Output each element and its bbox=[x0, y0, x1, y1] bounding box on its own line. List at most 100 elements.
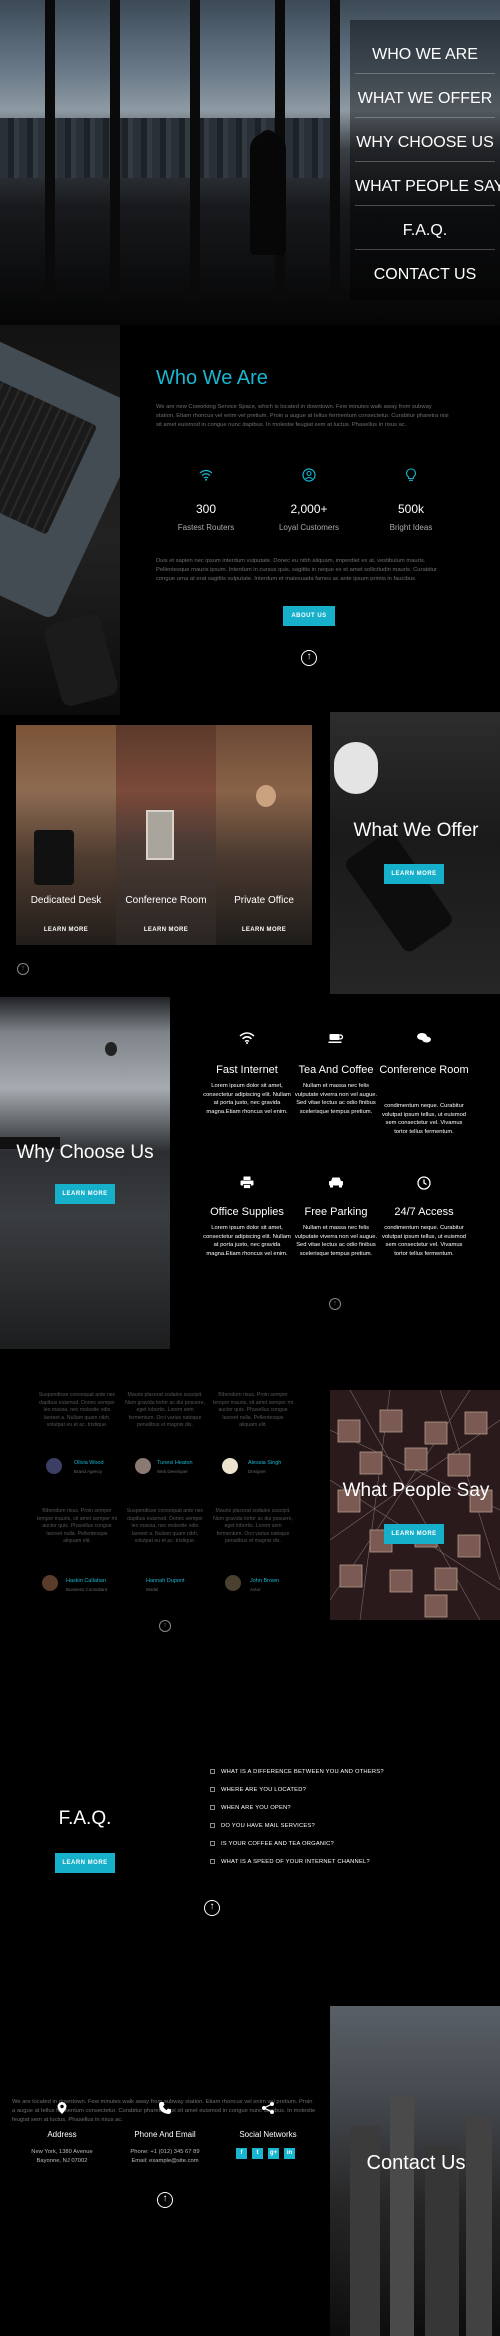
faq-toggle-icon bbox=[210, 1823, 215, 1828]
wifi-icon bbox=[176, 468, 236, 484]
scroll-up-icon[interactable]: ↑ bbox=[329, 1298, 341, 1310]
people-title: What People Say bbox=[342, 1480, 490, 1501]
nav-divider bbox=[355, 73, 495, 74]
contact-title: Contact Us bbox=[366, 2152, 466, 2174]
testimonial-name: Olivia Wood bbox=[74, 1460, 104, 1466]
faq-item[interactable]: WHAT IS A SPEED OF YOUR INTERNET CHANNEL… bbox=[210, 1859, 370, 1865]
testimonial-text: Mauris placerat sodales suscipit. Nam gr… bbox=[125, 1392, 205, 1428]
feature-text: condimentum neque. Curabitur volutpat ip… bbox=[381, 1225, 467, 1257]
laptop-photo bbox=[0, 325, 120, 715]
twitter-icon[interactable]: t bbox=[252, 2148, 263, 2159]
faq-toggle-icon bbox=[210, 1841, 215, 1846]
who-body: Duis et sapien nec ipsum interdum vulput… bbox=[156, 558, 437, 582]
faq-item[interactable]: DO YOU HAVE MAIL SERVICES? bbox=[210, 1823, 315, 1829]
private-office-photo[interactable] bbox=[216, 725, 312, 945]
avatar bbox=[135, 1458, 151, 1474]
scroll-up-icon[interactable]: ↑ bbox=[17, 963, 29, 975]
faq-toggle-icon bbox=[210, 1787, 215, 1792]
email-line: Email: example@site.com bbox=[131, 2158, 199, 2164]
people-learn-more-button[interactable]: LEARN MORE bbox=[384, 1524, 444, 1544]
faq-question: WHERE ARE YOU LOCATED? bbox=[221, 1787, 307, 1794]
phone-email-title: Phone And Email bbox=[134, 2130, 196, 2139]
testimonial-name: Haskin Callahan bbox=[66, 1578, 107, 1584]
testimonial-text: Bibendum risus. Proin semper tempor maur… bbox=[37, 1508, 117, 1544]
who-intro: We are new Coworking Service Space, whic… bbox=[156, 404, 449, 428]
window-frame bbox=[110, 0, 120, 300]
why-learn-more-button[interactable]: LEARN MORE bbox=[55, 1184, 115, 1204]
faq-item[interactable]: WHERE ARE YOU LOCATED? bbox=[210, 1787, 306, 1793]
faq-learn-more-button[interactable]: LEARN MORE bbox=[55, 1853, 115, 1873]
stat-label: Fastest Routers bbox=[177, 523, 235, 532]
clock-icon bbox=[409, 1176, 439, 1193]
stat-label: Loyal Customers bbox=[278, 523, 340, 532]
facebook-icon[interactable]: f bbox=[236, 2148, 247, 2159]
address-line: New York, 1380 Avenue bbox=[31, 2149, 93, 2155]
faq-item[interactable]: WHAT IS A DIFFERENCE BETWEEN YOU AND OTH… bbox=[210, 1769, 384, 1775]
nav-divider bbox=[355, 205, 495, 206]
wifi-icon bbox=[232, 1032, 262, 1047]
testimonial-role: Model bbox=[146, 1587, 159, 1592]
learn-more-link[interactable]: LEARN MORE bbox=[216, 927, 312, 933]
scroll-up-icon[interactable]: ↑ bbox=[157, 2192, 173, 2208]
nav-item-faq[interactable]: F.A.Q. bbox=[355, 221, 495, 241]
building-shape bbox=[390, 2096, 414, 2336]
faq-item[interactable]: WHEN ARE YOU OPEN? bbox=[210, 1805, 291, 1811]
testimonial-role: Brand Agency bbox=[74, 1469, 103, 1474]
feature-text: Nullam et massa nec felis vulputate vive… bbox=[294, 1083, 378, 1115]
testimonial-text: Mauris placerat sodales suscipit. Nam gr… bbox=[213, 1508, 293, 1544]
scroll-up-icon[interactable]: ↑ bbox=[159, 1620, 171, 1632]
nav-divider bbox=[355, 117, 495, 118]
window-frame bbox=[330, 0, 340, 300]
faq-question: WHAT IS A DIFFERENCE BETWEEN YOU AND OTH… bbox=[221, 1769, 384, 1776]
linkedin-icon[interactable]: in bbox=[284, 2148, 295, 2159]
why-title: Why Choose Us bbox=[16, 1142, 154, 1163]
dedicated-desk-photo[interactable] bbox=[16, 725, 116, 945]
nav-item-contact-us[interactable]: CONTACT US bbox=[355, 265, 495, 285]
faq-toggle-icon bbox=[210, 1859, 215, 1864]
offer-title: What We Offer bbox=[353, 820, 479, 841]
stat-value: 300 bbox=[195, 502, 217, 516]
car-icon bbox=[321, 1176, 351, 1191]
nav-divider bbox=[355, 249, 495, 250]
nav-item-who-we-are[interactable]: WHO WE ARE bbox=[355, 45, 495, 65]
apple-logo-shape bbox=[105, 1042, 117, 1056]
window-frame bbox=[190, 0, 200, 300]
scroll-up-icon[interactable]: ↑ bbox=[204, 1900, 220, 1916]
googleplus-icon[interactable]: g+ bbox=[268, 2148, 279, 2159]
conference-room-photo[interactable] bbox=[116, 725, 216, 945]
card-label: Conference Room bbox=[125, 895, 207, 906]
remote-shape bbox=[42, 611, 120, 709]
feature-text: Lorem ipsum dolor sit amet, consectetur … bbox=[203, 1083, 291, 1115]
faq-toggle-icon bbox=[210, 1805, 215, 1810]
avatar bbox=[222, 1458, 238, 1474]
testimonial-text: Suspendisse consequat ante nec dapibus e… bbox=[38, 1392, 116, 1428]
address-line: Bayonne, NJ 07002 bbox=[36, 2158, 88, 2164]
about-us-button[interactable]: ABOUT US bbox=[283, 606, 335, 626]
share-icon bbox=[261, 2101, 275, 2115]
printer-icon bbox=[232, 1176, 262, 1192]
scroll-up-icon[interactable]: ↑ bbox=[301, 650, 317, 666]
who-title: Who We Are bbox=[156, 367, 268, 389]
window-frame bbox=[45, 0, 55, 300]
learn-more-link[interactable]: LEARN MORE bbox=[116, 927, 216, 933]
page: WHO WE ARE WHAT WE OFFER WHY CHOOSE US W… bbox=[0, 0, 500, 2336]
social-title: Social Networks bbox=[239, 2130, 297, 2139]
location-icon bbox=[55, 2101, 69, 2121]
offer-learn-more-button[interactable]: LEARN MORE bbox=[384, 864, 444, 884]
faq-item[interactable]: IS YOUR COFFEE AND TEA ORGANIC? bbox=[210, 1841, 334, 1847]
testimonial-text: Suspendisse consequat ante nec dapibus e… bbox=[126, 1508, 204, 1544]
faq-question: DO YOU HAVE MAIL SERVICES? bbox=[221, 1823, 315, 1830]
nav-item-why-choose-us[interactable]: WHY CHOOSE US bbox=[355, 133, 495, 153]
learn-more-link[interactable]: LEARN MORE bbox=[16, 927, 116, 933]
phone-shape bbox=[343, 829, 455, 955]
mouse-shape bbox=[334, 742, 378, 794]
nav-item-what-people-say[interactable]: WHAT PEOPLE SAY bbox=[355, 177, 500, 197]
phone-icon bbox=[158, 2101, 172, 2115]
lightbulb-icon bbox=[381, 468, 441, 485]
feature-title: 24/7 Access bbox=[394, 1206, 454, 1218]
building-shape bbox=[466, 2116, 492, 2336]
faq-question: WHEN ARE YOU OPEN? bbox=[221, 1805, 291, 1812]
stat-label: Bright Ideas bbox=[389, 523, 433, 532]
person-silhouette bbox=[250, 133, 286, 255]
nav-item-what-we-offer[interactable]: WHAT WE OFFER bbox=[355, 89, 495, 109]
